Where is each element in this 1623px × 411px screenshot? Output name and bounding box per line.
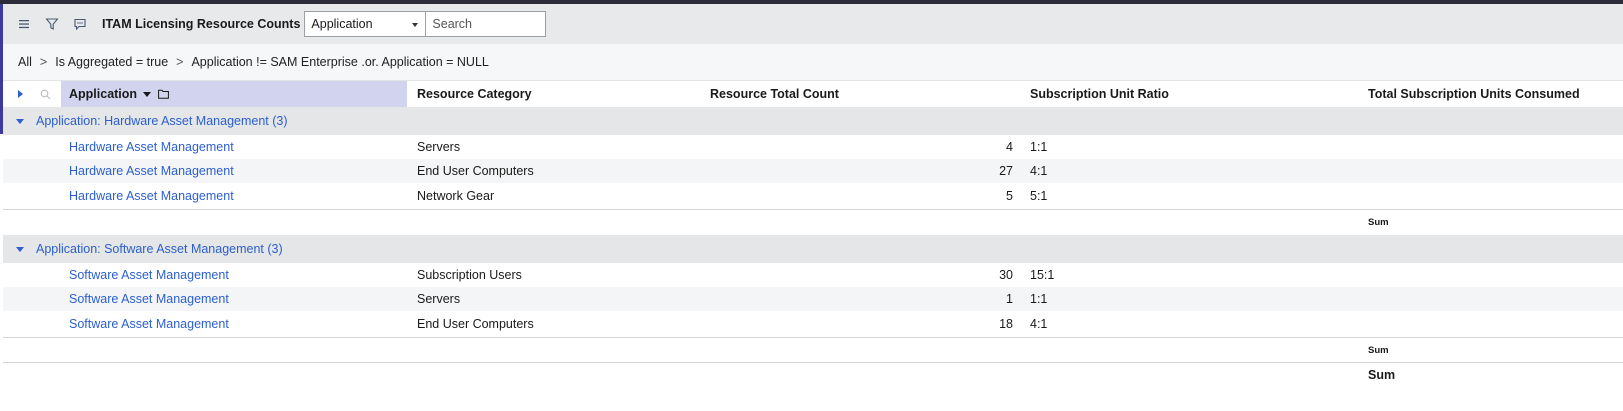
group-header: Application: Hardware Asset Management (… [3, 107, 1623, 135]
list-header: ITAM Licensing Resource Counts Applicati… [3, 4, 1623, 44]
sort-down-icon[interactable] [143, 91, 152, 97]
breadcrumb-aggregated[interactable]: Is Aggregated = true [55, 55, 168, 69]
resource-category-cell: Servers [417, 292, 461, 306]
resource-count-cell: 1 [1006, 292, 1013, 306]
breadcrumb-separator: > [39, 55, 48, 69]
resource-count-cell: 18 [999, 317, 1013, 331]
group-label[interactable]: Application: Software Asset Management (… [36, 242, 283, 256]
application-link[interactable]: Hardware Asset Management [69, 184, 234, 208]
table-row: Hardware Asset Management Network Gear 5… [3, 184, 1623, 208]
unit-ratio-cell: 1:1 [1030, 140, 1048, 154]
application-link[interactable]: Software Asset Management [69, 263, 229, 287]
resource-count-cell: 30 [999, 268, 1013, 282]
triangle-right-icon[interactable] [18, 81, 23, 107]
resource-category-cell: End User Computers [417, 164, 534, 178]
hamburger-icon[interactable] [10, 4, 38, 44]
table-row: Software Asset Management End User Compu… [3, 312, 1623, 336]
unit-ratio-cell: 1:1 [1030, 292, 1048, 306]
resource-count-cell: 5 [1006, 189, 1013, 203]
resource-category-cell: Servers [417, 140, 461, 154]
resource-category-cell: Subscription Users [417, 268, 522, 282]
breadcrumb-separator: > [176, 55, 184, 69]
group-sum-label: Sum [1368, 217, 1389, 228]
grand-sum-label: Sum [1368, 368, 1396, 382]
triangle-down-icon[interactable] [3, 246, 36, 252]
folder-icon[interactable] [158, 89, 169, 99]
group-header: Application: Software Asset Management (… [3, 235, 1623, 263]
column-resource-category[interactable]: Resource Category [417, 81, 532, 107]
breadcrumb: All > Is Aggregated = true > Application… [3, 44, 1623, 81]
unit-ratio-cell: 4:1 [1030, 317, 1048, 331]
grand-sum-row: Sum [3, 362, 1623, 389]
application-link[interactable]: Software Asset Management [69, 312, 229, 336]
group-sum-row: Sum [3, 209, 1623, 236]
unit-ratio-cell: 15:1 [1030, 268, 1055, 282]
table-row: Hardware Asset Management End User Compu… [3, 159, 1623, 183]
application-link[interactable]: Hardware Asset Management [69, 135, 234, 159]
resource-category-cell: Network Gear [417, 189, 495, 203]
resource-count-cell: 27 [999, 164, 1013, 178]
column-subscription-unit-ratio[interactable]: Subscription Unit Ratio [1030, 81, 1169, 107]
application-link[interactable]: Software Asset Management [69, 287, 229, 311]
application-link[interactable]: Hardware Asset Management [69, 159, 234, 183]
table-row: Hardware Asset Management Servers 4 1:1 [3, 135, 1623, 159]
filter-icon[interactable] [38, 4, 66, 44]
column-application[interactable]: Application [61, 81, 407, 107]
chevron-down-icon [412, 23, 419, 27]
column-total-subscription-units-consumed[interactable]: Total Subscription Units Consumed [1368, 81, 1580, 107]
column-header-row: Application Resource Category Resource T… [3, 81, 1623, 108]
unit-ratio-cell: 4:1 [1030, 164, 1048, 178]
resource-category-cell: End User Computers [417, 317, 534, 331]
group-sum-label: Sum [1368, 345, 1389, 356]
unit-ratio-cell: 5:1 [1030, 189, 1048, 203]
group-sum-row: Sum [3, 337, 1623, 363]
resource-count-cell: 4 [1006, 140, 1013, 154]
search-input[interactable] [426, 11, 547, 37]
table-row: Software Asset Management Servers 1 1:1 [3, 287, 1623, 311]
column-application-label: Application [69, 87, 138, 101]
select-value: Application [311, 17, 373, 31]
breadcrumb-application-filter[interactable]: Application != SAM Enterprise .or. Appli… [191, 55, 488, 69]
search-field-select[interactable]: Application [304, 11, 427, 37]
triangle-down-icon[interactable] [3, 118, 36, 124]
column-resource-total-count[interactable]: Resource Total Count [710, 81, 839, 107]
comment-icon[interactable] [66, 4, 94, 44]
list-title: ITAM Licensing Resource Counts [102, 17, 301, 31]
table-row: Software Asset Management Subscription U… [3, 263, 1623, 287]
breadcrumb-all[interactable]: All [18, 55, 32, 69]
group-label[interactable]: Application: Hardware Asset Management (… [36, 114, 288, 128]
search-icon[interactable] [40, 81, 51, 107]
